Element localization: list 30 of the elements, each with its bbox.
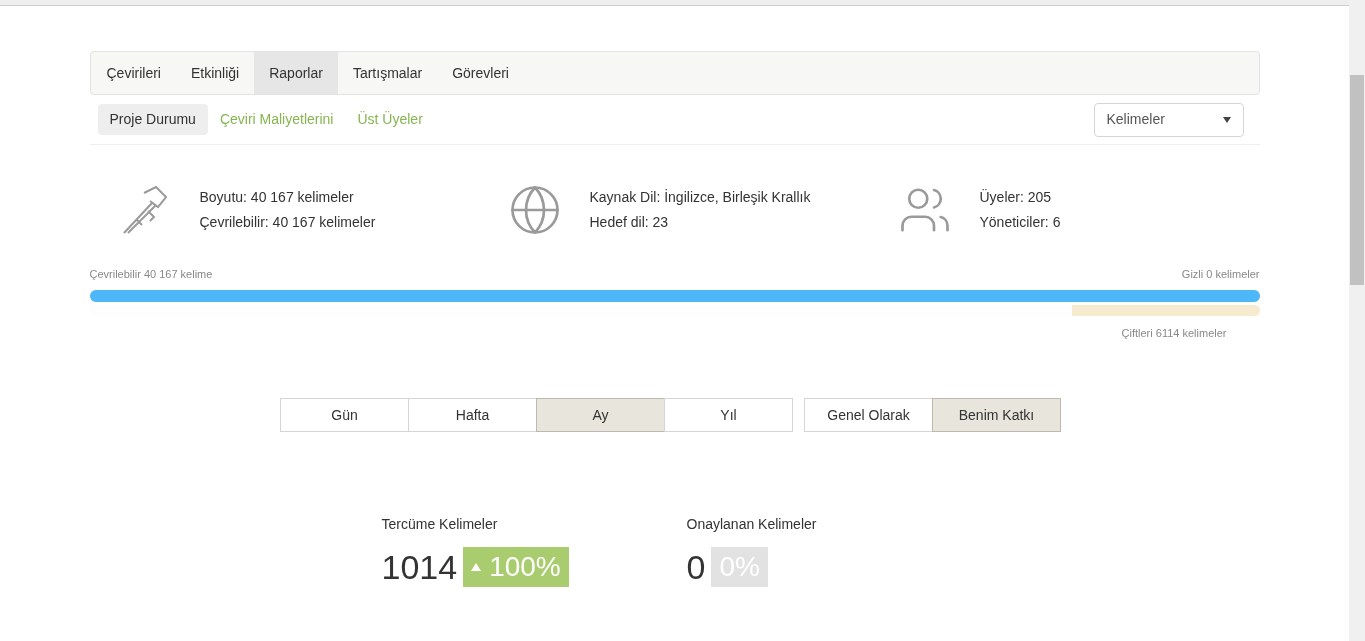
info-text: Boyutu: 40 167 kelimeler <box>199 188 355 207</box>
progress-label: Çevrilebilir 40 167 kelime <box>89 267 213 282</box>
stat-value: 0 <box>686 550 706 584</box>
stat-label: Onaylanan Kelimeler <box>686 515 818 534</box>
up-triangle-icon <box>471 563 482 571</box>
caliper-icon <box>121 185 168 235</box>
info-text: Yöneticiler: 6 <box>979 213 1061 232</box>
subtab[interactable]: Proje Durumu <box>97 104 208 135</box>
tab[interactable]: Etkinliği <box>175 52 255 94</box>
period-button[interactable]: Hafta <box>408 398 537 432</box>
period-button[interactable]: Yıl <box>664 398 793 432</box>
unit-dropdown[interactable]: Kelimeler <box>1093 102 1244 137</box>
duplicates-label: Çiftleri 6114 kelimeler <box>1121 325 1227 341</box>
caret-icon <box>1222 116 1231 123</box>
tab[interactable]: Çevirileri <box>91 52 176 94</box>
period-button[interactable]: Ay <box>536 398 665 432</box>
scope-button[interactable]: Genel Olarak <box>804 398 933 432</box>
stat-label: Tercüme Kelimeler <box>381 515 499 534</box>
info-text: Hedef dil: 23 <box>589 213 670 232</box>
info-text: Üyeler: 205 <box>979 188 1053 207</box>
change-badge: 100% <box>463 547 569 587</box>
tab[interactable]: Raporlar <box>254 52 338 94</box>
stat-value: 1014 <box>381 550 458 584</box>
info-text: Kaynak Dil: İngilizce, Birleşik Krallık <box>589 188 811 207</box>
period-button[interactable]: Gün <box>280 398 409 432</box>
tab[interactable]: Tartışmalar <box>337 52 438 94</box>
info-text: Çevrilebilir: 40 167 kelimeler <box>199 213 376 232</box>
progress-label: Gizli 0 kelimeler <box>1181 267 1260 282</box>
tab[interactable]: Görevleri <box>437 52 524 94</box>
scope-button[interactable]: Benim Katkı <box>932 398 1061 432</box>
